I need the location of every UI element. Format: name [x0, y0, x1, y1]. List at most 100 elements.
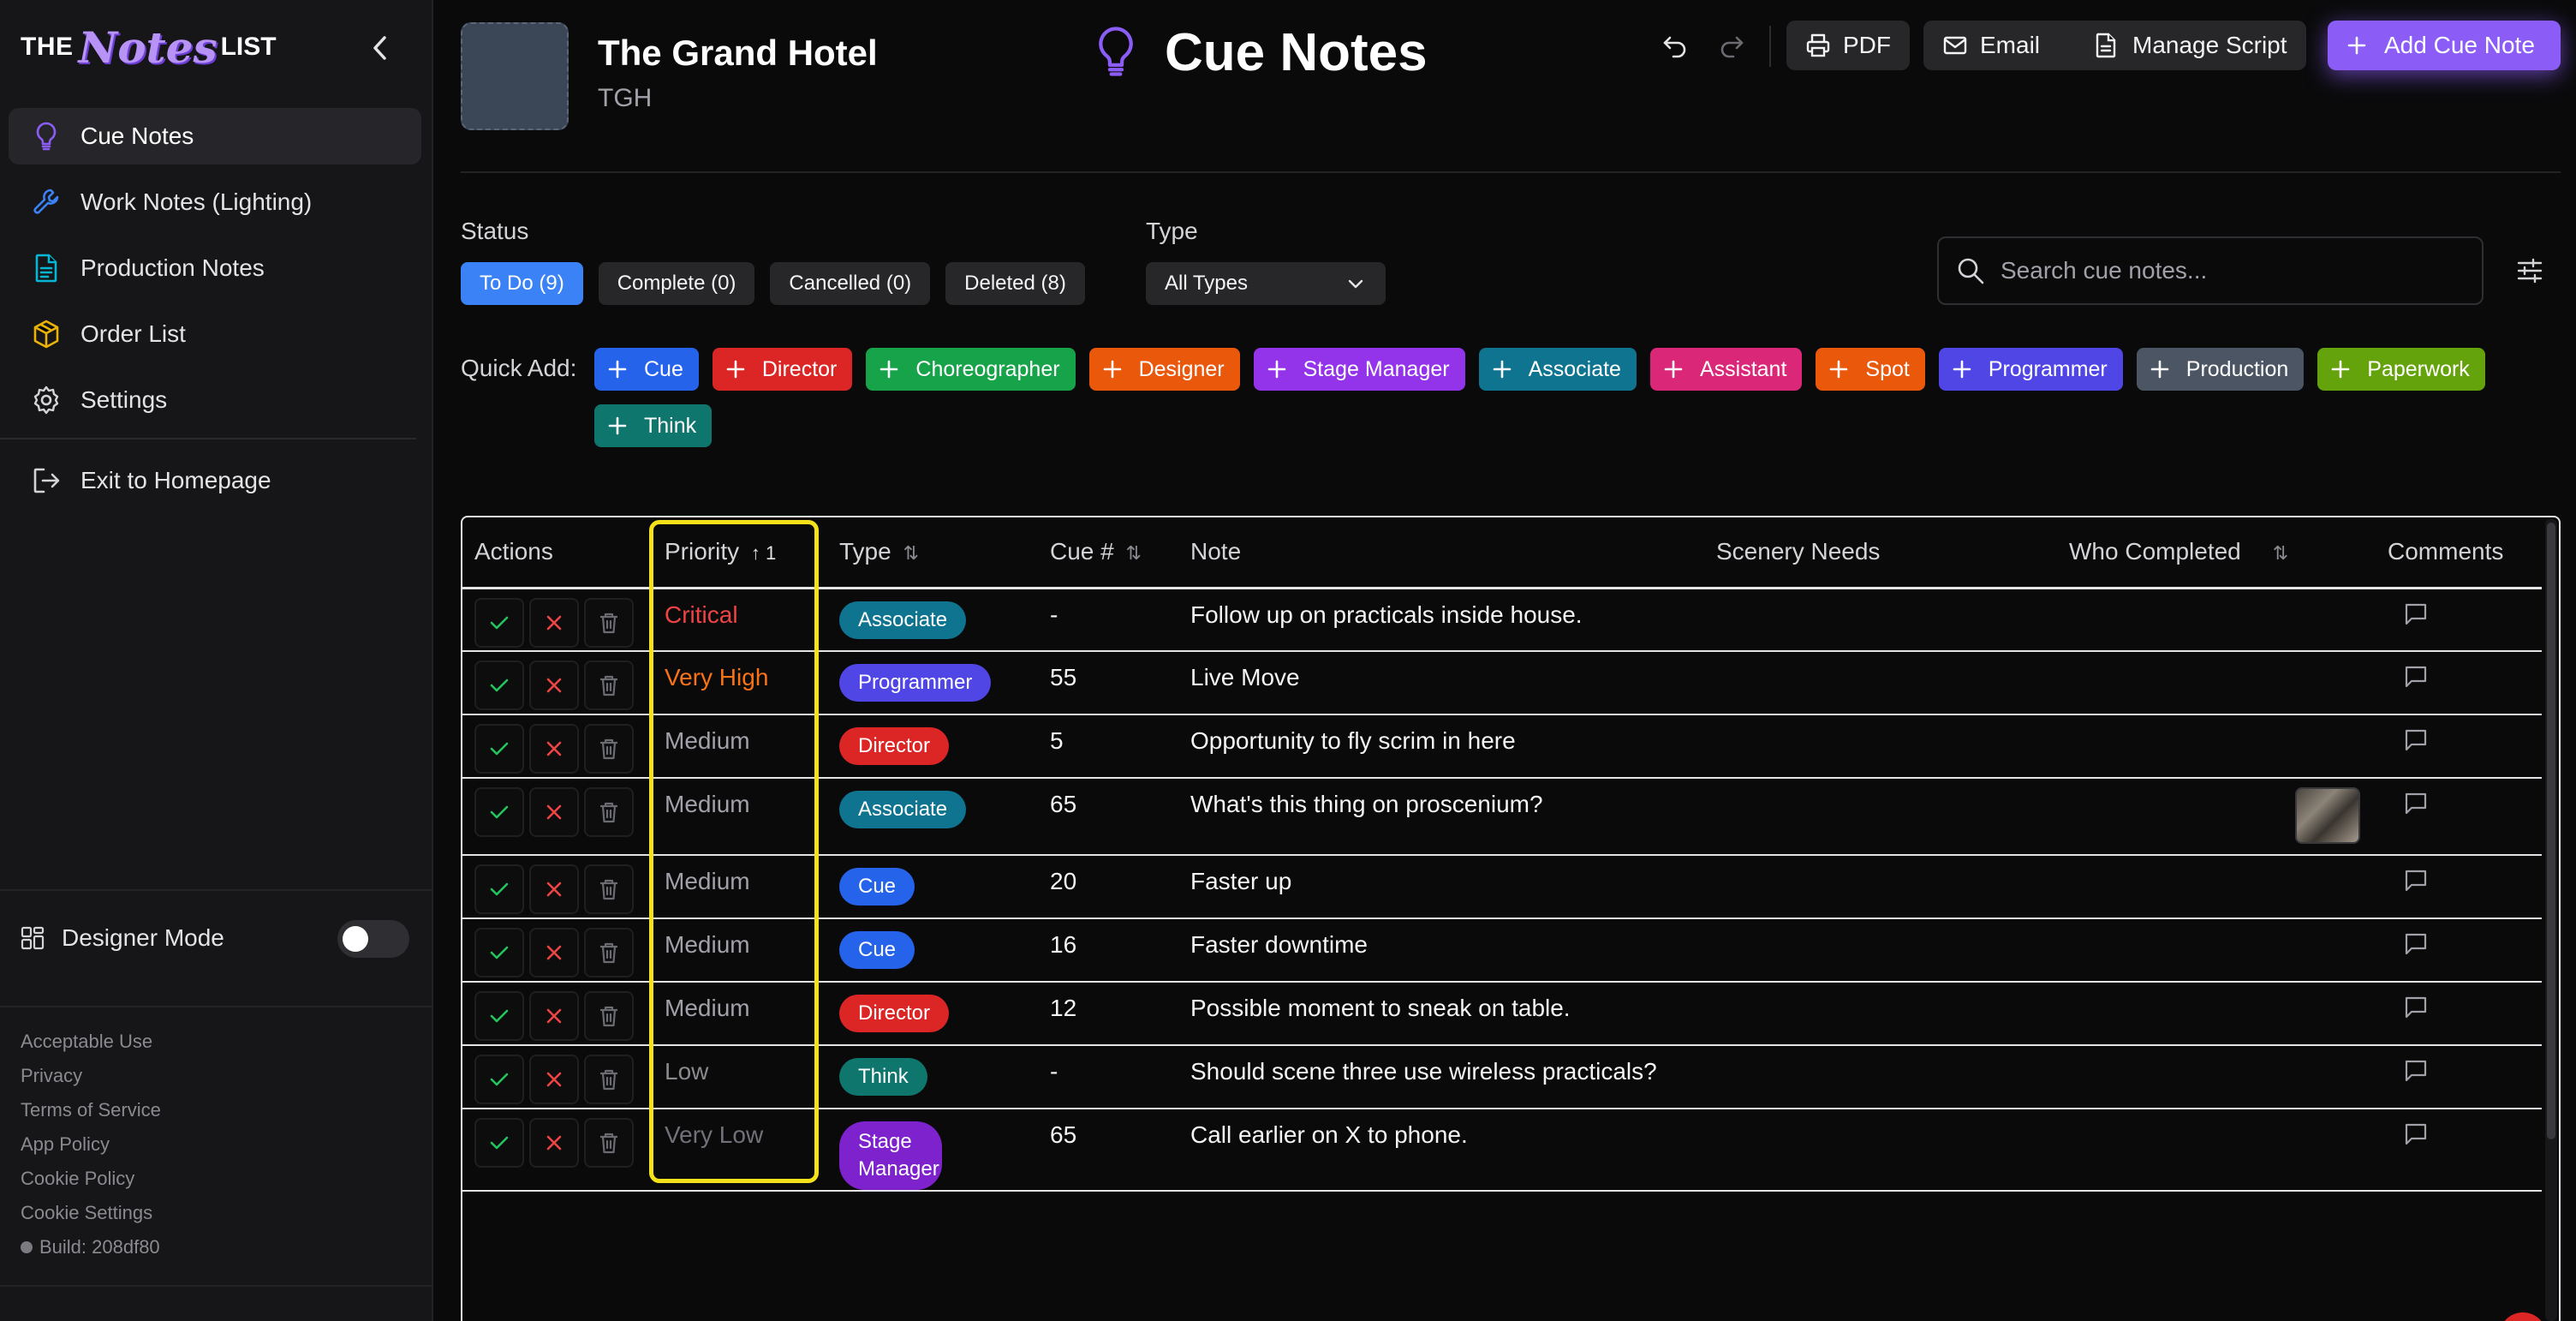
redo-button[interactable]: [1711, 27, 1752, 65]
note-cell[interactable]: Opportunity to fly scrim in here: [1178, 714, 1704, 779]
cue-cell[interactable]: 12: [1038, 982, 1178, 1046]
delete-button[interactable]: [584, 1055, 634, 1104]
type-cell[interactable]: Director: [827, 714, 1038, 779]
delete-button[interactable]: [584, 724, 634, 774]
complete-button[interactable]: [474, 724, 524, 774]
quick-add-associate-button[interactable]: Associate: [1478, 348, 1637, 391]
table-row[interactable]: Medium Director 5 Opportunity to fly scrim …: [462, 714, 2542, 779]
quick-add-assistant-button[interactable]: Assistant: [1649, 348, 1803, 391]
type-cell[interactable]: Cue: [827, 918, 1038, 983]
column-header-cue[interactable]: Cue # ⇅: [1038, 517, 1178, 589]
scenery-cell[interactable]: [1704, 588, 2057, 652]
search-field[interactable]: [1937, 236, 2484, 305]
delete-button[interactable]: [584, 928, 634, 977]
search-input[interactable]: [2001, 257, 2463, 284]
quick-add-stage-manager-button[interactable]: Stage Manager: [1253, 348, 1465, 391]
priority-cell[interactable]: Medium: [653, 714, 827, 779]
table-scrollbar-thumb[interactable]: [2547, 523, 2555, 1139]
scenery-cell[interactable]: [1704, 1045, 2057, 1109]
comment-icon[interactable]: [2403, 995, 2429, 1020]
exit-to-homepage-link[interactable]: Exit to Homepage: [9, 452, 421, 509]
sidebar-item-production-notes[interactable]: Production Notes: [9, 240, 421, 296]
cue-cell[interactable]: -: [1038, 588, 1178, 652]
scenery-cell[interactable]: [1704, 855, 2057, 919]
sidebar-item-order-list[interactable]: Order List: [9, 306, 421, 362]
cancel-button[interactable]: [529, 928, 579, 977]
comment-icon[interactable]: [2403, 1121, 2429, 1147]
filter-settings-button[interactable]: [2513, 254, 2547, 288]
delete-button[interactable]: [584, 864, 634, 914]
type-cell[interactable]: Associate: [827, 778, 1038, 856]
undo-button[interactable]: [1655, 27, 1696, 65]
note-cell[interactable]: Faster up: [1178, 855, 1704, 919]
footer-link-cookie-policy[interactable]: Cookie Policy: [21, 1162, 161, 1196]
quick-add-cue-button[interactable]: Cue: [594, 348, 699, 391]
scenery-cell[interactable]: [1704, 918, 2057, 983]
complete-button[interactable]: [474, 991, 524, 1041]
pdf-button[interactable]: PDF: [1786, 21, 1910, 70]
comment-icon[interactable]: [2403, 791, 2429, 816]
delete-button[interactable]: [584, 787, 634, 837]
complete-button[interactable]: [474, 1118, 524, 1168]
table-row[interactable]: Low Think - Should scene three use wireless…: [462, 1045, 2542, 1109]
note-cell[interactable]: What's this thing on proscenium?: [1178, 778, 1704, 856]
manage-script-button[interactable]: Manage Script: [2076, 21, 2306, 70]
type-cell[interactable]: Director: [827, 982, 1038, 1046]
cancel-button[interactable]: [529, 1118, 579, 1168]
quick-add-choreographer-button[interactable]: Choreographer: [866, 348, 1076, 391]
sidebar-item-settings[interactable]: Settings: [9, 372, 421, 428]
quick-add-director-button[interactable]: Director: [712, 348, 853, 391]
type-cell[interactable]: Cue: [827, 855, 1038, 919]
cue-cell[interactable]: 20: [1038, 855, 1178, 919]
delete-button[interactable]: [584, 597, 634, 648]
comment-icon[interactable]: [2403, 601, 2429, 627]
cancel-button[interactable]: [529, 597, 579, 648]
table-row[interactable]: Very Low Stage Manager 65 Call earlier on X…: [462, 1109, 2542, 1192]
priority-cell[interactable]: Critical: [653, 588, 827, 652]
note-cell[interactable]: Possible moment to sneak on table.: [1178, 982, 1704, 1046]
type-cell[interactable]: Think: [827, 1045, 1038, 1109]
priority-cell[interactable]: Medium: [653, 982, 827, 1046]
status-chip-complete[interactable]: Complete (0): [598, 262, 755, 305]
footer-link-terms[interactable]: Terms of Service: [21, 1093, 161, 1127]
comment-icon[interactable]: [2403, 868, 2429, 894]
footer-link-privacy[interactable]: Privacy: [21, 1059, 161, 1093]
cancel-button[interactable]: [529, 991, 579, 1041]
sidebar-item-work-notes[interactable]: Work Notes (Lighting): [9, 174, 421, 230]
cue-cell[interactable]: -: [1038, 1045, 1178, 1109]
table-row[interactable]: Medium Cue 20 Faster up: [462, 855, 2542, 919]
app-logo[interactable]: THE Notes LIST: [21, 19, 277, 75]
footer-link-app-policy[interactable]: App Policy: [21, 1127, 161, 1162]
note-cell[interactable]: Should scene three use wireless practica…: [1178, 1045, 1704, 1109]
priority-cell[interactable]: Very High: [653, 651, 827, 715]
cancel-button[interactable]: [529, 724, 579, 774]
priority-cell[interactable]: Very Low: [653, 1109, 827, 1192]
table-row[interactable]: Medium Cue 16 Faster downtime: [462, 918, 2542, 983]
table-row[interactable]: Medium Associate 65 What's this thing on pr…: [462, 778, 2542, 856]
cue-cell[interactable]: 16: [1038, 918, 1178, 983]
scenery-cell[interactable]: [1704, 778, 2057, 856]
scenery-cell[interactable]: [1704, 1109, 2057, 1192]
note-cell[interactable]: Call earlier on X to phone.: [1178, 1109, 1704, 1192]
priority-cell[interactable]: Medium: [653, 918, 827, 983]
delete-button[interactable]: [584, 660, 634, 710]
complete-button[interactable]: [474, 660, 524, 710]
type-cell[interactable]: Stage Manager: [827, 1109, 1038, 1192]
note-cell[interactable]: Follow up on practicals inside house.: [1178, 588, 1704, 652]
priority-cell[interactable]: Medium: [653, 778, 827, 856]
cancel-button[interactable]: [529, 864, 579, 914]
comment-icon[interactable]: [2403, 727, 2429, 753]
cancel-button[interactable]: [529, 1055, 579, 1104]
table-row[interactable]: Medium Director 12 Possible moment to sneak…: [462, 982, 2542, 1046]
add-cue-note-button[interactable]: Add Cue Note: [2328, 21, 2561, 70]
column-header-who-completed[interactable]: Who Completed ⇅: [2057, 517, 2376, 589]
type-cell[interactable]: Associate: [827, 588, 1038, 652]
attachment-thumbnail[interactable]: [2295, 787, 2360, 844]
quick-add-programmer-button[interactable]: Programmer: [1938, 348, 2123, 391]
note-cell[interactable]: Faster downtime: [1178, 918, 1704, 983]
priority-cell[interactable]: Low: [653, 1045, 827, 1109]
quick-add-spot-button[interactable]: Spot: [1816, 348, 1925, 391]
table-row[interactable]: Critical Associate - Follow up on practical…: [462, 588, 2542, 652]
table-row[interactable]: Very High Programmer 55 Live Move: [462, 651, 2542, 715]
status-chip-todo[interactable]: To Do (9): [461, 262, 583, 305]
